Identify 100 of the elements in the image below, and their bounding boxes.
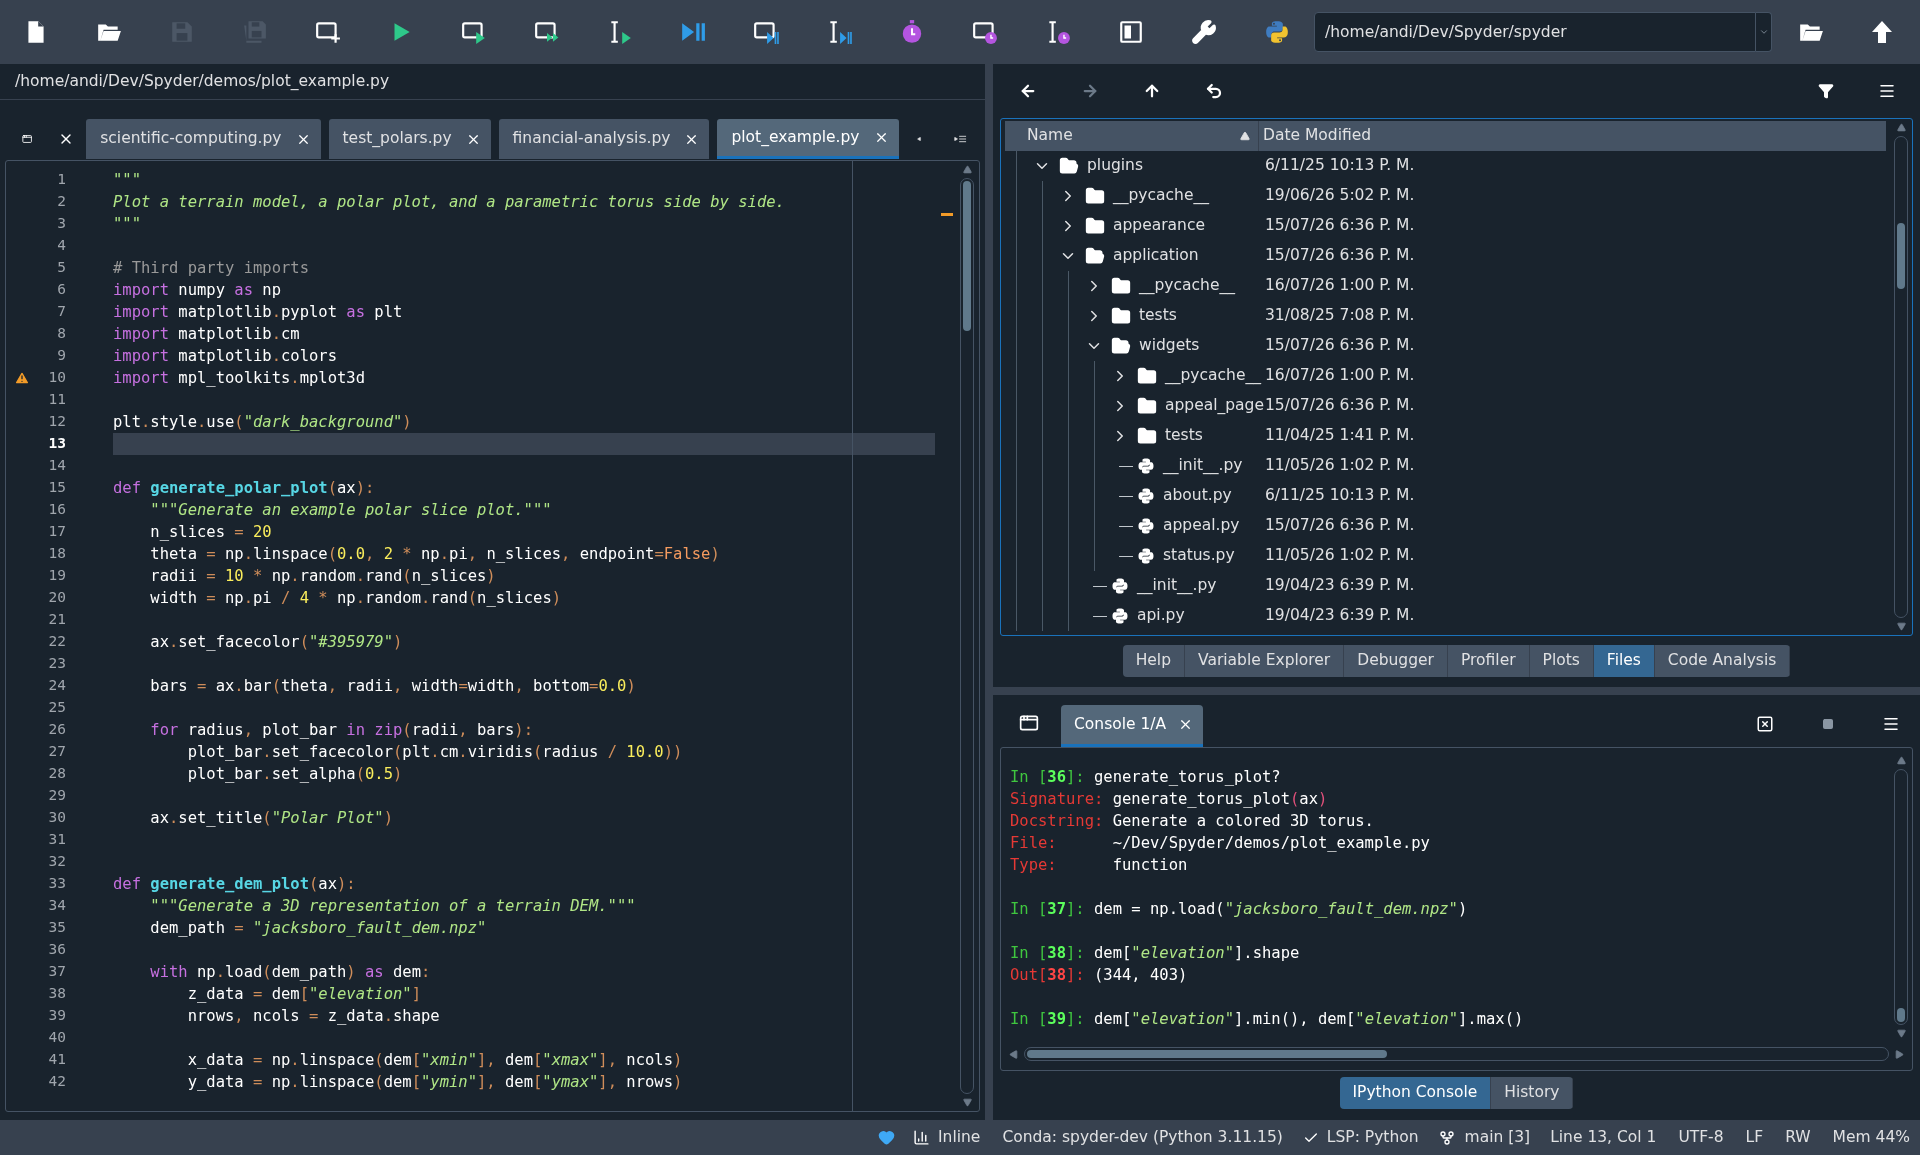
file-name[interactable]: application	[1113, 244, 1199, 268]
pane-tab[interactable]: History	[1491, 1077, 1574, 1109]
scrollbar-thumb[interactable]	[1897, 223, 1905, 289]
branch-icon	[1438, 1129, 1455, 1146]
console-line: Type: function	[1010, 855, 1189, 876]
file-name[interactable]: __pycache__	[1113, 184, 1209, 208]
scroll-up-icon[interactable]	[962, 165, 972, 174]
path-field[interactable]: /home/andi/Dev/Spyder/spyder	[1314, 12, 1756, 52]
status-interpreter[interactable]: Conda: spyder-dev (Python 3.11.15)	[1002, 1125, 1283, 1150]
console-tab[interactable]: Console 1/A	[1061, 705, 1204, 747]
editor-tab[interactable]: scientific-computing.py	[86, 119, 321, 159]
editor-tab[interactable]: test_polars.py	[328, 119, 491, 159]
console-line: In [39]: dem["elevation"].min(), dem["elevation"].max()	[1010, 1009, 1525, 1030]
browse-tabs-icon[interactable]	[1019, 713, 1039, 733]
cell-play-icon[interactable]	[461, 19, 487, 45]
date-modified: 16/07/26 1:00 P. M.	[1265, 365, 1415, 387]
line-number: 13	[47, 434, 66, 454]
scroll-left-icon[interactable]	[914, 136, 923, 142]
scroll-down-icon[interactable]	[1896, 622, 1906, 631]
date-modified: 19/04/23 6:39 P. M.	[1265, 575, 1415, 597]
date-modified: 15/07/26 6:36 P. M.	[1265, 395, 1415, 417]
scroll-right-icon[interactable]	[951, 136, 960, 142]
file-name[interactable]: __pycache__	[1139, 274, 1235, 298]
return-arrow-icon[interactable]	[1205, 82, 1223, 100]
wrench-icon[interactable]	[1191, 19, 1217, 45]
cell-play-pause-icon[interactable]	[753, 19, 779, 45]
file-name[interactable]: plugins	[1087, 154, 1143, 178]
pane-tab[interactable]: Files	[1593, 645, 1655, 677]
filter-icon[interactable]	[1818, 83, 1834, 99]
file-name[interactable]: appearance	[1113, 214, 1205, 238]
line-number: 5	[56, 258, 66, 278]
line-number: 23	[47, 654, 66, 674]
editor-tab[interactable]: plot_example.py	[717, 119, 899, 159]
status-branch[interactable]: main [3]	[1464, 1125, 1531, 1150]
warning-icon[interactable]	[14, 370, 30, 386]
heart-icon[interactable]	[878, 1129, 895, 1146]
code-line: """Generate an example polar slice plot."""	[149, 500, 553, 521]
date-modified: 16/07/26 1:00 P. M.	[1265, 275, 1415, 297]
scroll-up-icon[interactable]	[1896, 123, 1906, 132]
column-header[interactable]: Name	[1005, 121, 1259, 151]
line-number: 21	[47, 610, 66, 630]
pane-tab[interactable]: Variable Explorer	[1185, 645, 1345, 677]
file-name[interactable]: widgets	[1139, 334, 1200, 358]
arrow-right-icon[interactable]	[1081, 82, 1099, 100]
code-line: """Generate a 3D representation of a terrain DEM."""	[149, 896, 637, 917]
code-line: n_slices = 20	[149, 522, 273, 543]
stop-icon[interactable]	[1822, 718, 1834, 730]
file-name[interactable]: __pycache__	[1165, 364, 1261, 388]
code-line: z_data = dem["elevation"]	[186, 984, 422, 1005]
line-number: 10	[47, 368, 66, 388]
code-line: def generate_polar_plot(ax):	[113, 478, 376, 499]
pane-tab[interactable]: Debugger	[1344, 645, 1448, 677]
status-lsp[interactable]: LSP: Python	[1326, 1125, 1419, 1150]
file-name[interactable]: tests	[1139, 304, 1177, 328]
file-name[interactable]: appeal_page	[1165, 394, 1264, 418]
scroll-down-icon[interactable]	[962, 1098, 972, 1107]
line-number: 29	[47, 786, 66, 806]
line-number: 2	[56, 192, 66, 212]
scrollbar-thumb[interactable]	[1027, 1050, 1387, 1058]
clear-console-icon[interactable]	[1756, 715, 1774, 733]
scroll-up-icon[interactable]	[1896, 756, 1906, 765]
menu-icon[interactable]	[1878, 82, 1896, 100]
line-number: 11	[47, 390, 66, 410]
column-header[interactable]: Date Modified	[1259, 121, 1886, 151]
sort-ascending-icon	[1240, 131, 1250, 141]
file-name[interactable]: __init__.py	[1137, 574, 1217, 598]
file-name[interactable]: __init__.py	[1163, 454, 1243, 478]
pane-tab[interactable]: Code Analysis	[1654, 645, 1791, 677]
panel-icon[interactable]	[1118, 19, 1144, 45]
code-line: dem_path = "jacksboro_fault_dem.npz"	[149, 918, 488, 939]
scrollbar-thumb[interactable]	[963, 181, 971, 331]
file-name[interactable]: about.py	[1163, 484, 1232, 508]
cell-timer-icon[interactable]	[972, 19, 998, 45]
scrollbar-thumb[interactable]	[1897, 1008, 1905, 1022]
pane-tab[interactable]: IPython Console	[1339, 1077, 1492, 1109]
editor-tab[interactable]: financial-analysis.py	[498, 119, 710, 159]
pane-tab[interactable]: Plots	[1529, 645, 1594, 677]
date-modified: 15/07/26 6:36 P. M.	[1265, 335, 1415, 357]
code-line: """	[113, 214, 142, 235]
pane-tab[interactable]: Help	[1122, 645, 1185, 677]
status-inline[interactable]: Inline	[938, 1125, 981, 1150]
pane-tab[interactable]: Profiler	[1447, 645, 1530, 677]
scroll-down-icon[interactable]	[1896, 1029, 1906, 1038]
file-name[interactable]: appeal.py	[1163, 514, 1240, 538]
code-line: radii = 10 * np.random.rand(n_slices)	[149, 566, 497, 587]
file-path: /home/andi/Dev/Spyder/demos/plot_example.py	[15, 70, 390, 92]
menu-icon[interactable]	[1882, 715, 1900, 733]
file-name[interactable]: status.py	[1163, 544, 1235, 568]
square-plus-icon[interactable]	[315, 19, 341, 45]
line-number: 39	[47, 1006, 66, 1026]
line-number: 16	[47, 500, 66, 520]
file-name[interactable]: api.py	[1137, 604, 1185, 628]
open-folder-icon	[1085, 246, 1105, 266]
arrow-up-icon[interactable]	[1870, 19, 1894, 45]
date-modified: 6/11/25 10:13 P. M.	[1265, 155, 1415, 177]
file-name[interactable]: tests	[1165, 424, 1203, 448]
python-file-icon	[1137, 487, 1155, 505]
code-line: plot_bar.set_alpha(0.5)	[186, 764, 404, 785]
console-line: In [36]: generate_torus_plot?	[1010, 767, 1282, 788]
python-logo-icon[interactable]	[1264, 19, 1290, 45]
